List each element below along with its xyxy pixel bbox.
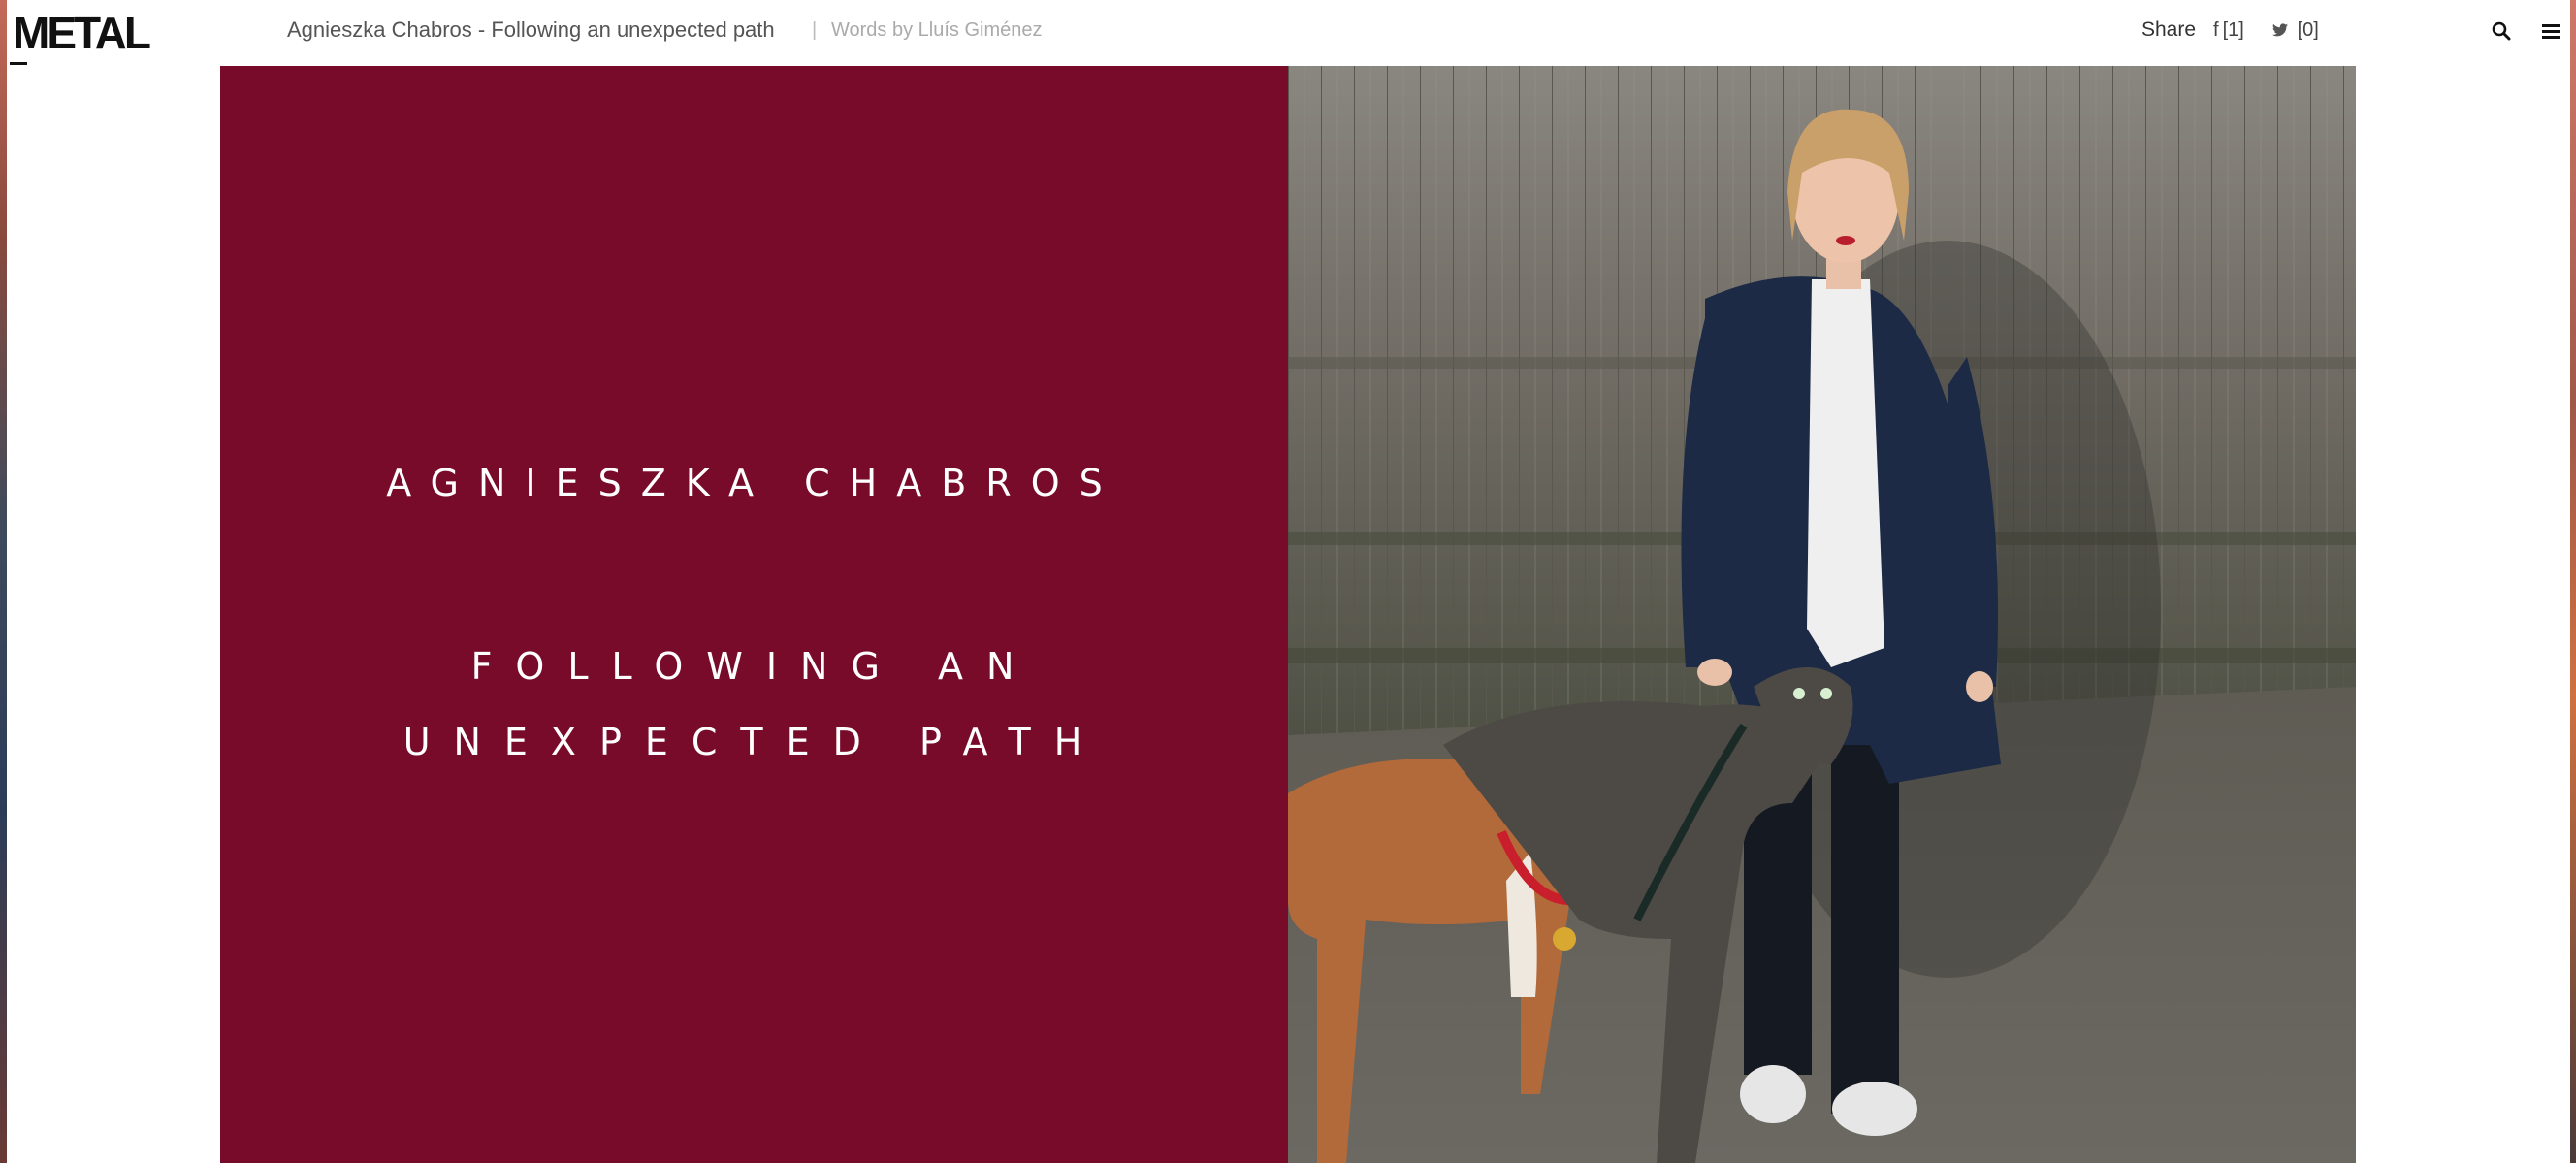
twitter-share-count: [0] xyxy=(2297,19,2319,41)
twitter-icon xyxy=(2272,19,2294,41)
hero-name: AGNIESZKA CHABROS xyxy=(386,462,1122,504)
menu-button[interactable] xyxy=(2538,17,2563,45)
article-title: Agnieszka Chabros - Following an unexpec… xyxy=(287,17,775,42)
search-button[interactable] xyxy=(2488,17,2515,45)
article-hero: AGNIESZKA CHABROS FOLLOWING AN UNEXPECTE… xyxy=(220,66,2356,1163)
hero-subtitle: FOLLOWING AN UNEXPECTED PATH xyxy=(402,645,1106,763)
facebook-share-count: [1] xyxy=(2222,19,2244,41)
hero-portrait-photo xyxy=(1288,66,2356,1163)
logo-underline xyxy=(10,62,27,65)
share-label: Share xyxy=(2141,18,2197,41)
metal-logo[interactable]: METAL xyxy=(13,8,151,58)
search-icon xyxy=(2492,21,2511,41)
top-bar: METAL Agnieszka Chabros - Following an u… xyxy=(7,0,2570,66)
hero-title-panel: AGNIESZKA CHABROS FOLLOWING AN UNEXPECTE… xyxy=(220,66,1288,1163)
facebook-share-button[interactable]: f [1] xyxy=(2213,16,2244,45)
twitter-share-button[interactable]: [0] xyxy=(2272,16,2319,45)
title-separator: | xyxy=(812,19,818,41)
background-edge-right xyxy=(2570,0,2576,1163)
facebook-icon: f xyxy=(2213,19,2219,41)
article-byline: Words by Lluís Giménez xyxy=(831,19,1043,41)
background-edge-left xyxy=(0,0,7,1163)
hamburger-menu-icon xyxy=(2542,24,2560,39)
portrait-photo xyxy=(1288,66,2356,1163)
